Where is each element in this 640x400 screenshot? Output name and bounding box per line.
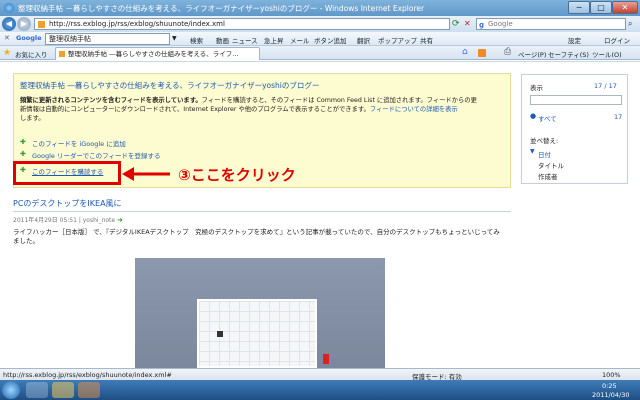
- toolbar-add-button[interactable]: ボタン追加: [314, 35, 347, 45]
- desktop-icon: [217, 331, 223, 337]
- toolbar-settings-button[interactable]: 設定: [568, 35, 581, 45]
- tab-row: ★ お気に入り 整理収納手帖 ―暮らしやすさの仕組みを考える、ライフ... ⌂ …: [0, 46, 640, 60]
- web-search-placeholder: Google: [488, 20, 513, 28]
- minimize-button[interactable]: ─: [568, 1, 590, 14]
- address-input[interactable]: http://rss.exblog.jp/rss/exblog/shuunote…: [34, 18, 450, 30]
- toolbar-search-button[interactable]: 検索: [190, 35, 203, 45]
- google-search-text: 整理収納手帖: [49, 35, 91, 43]
- google-reader-link[interactable]: Google リーダーでこのフィードを登録する: [32, 152, 160, 160]
- highlight-box: [13, 161, 121, 185]
- google-toolbar: ✕ Google 整理収納手帖 ▼ 検索 動画 ニュース 急上昇 メール ボタン…: [0, 32, 640, 46]
- toolbar-login-button[interactable]: ログイン: [604, 35, 630, 45]
- taskbar-date: 2011/04/30: [592, 391, 630, 399]
- toolbar-translate-button[interactable]: 翻訳: [357, 35, 370, 45]
- rss-icon[interactable]: [478, 49, 486, 57]
- back-button[interactable]: ◀: [2, 17, 16, 31]
- ie-taskbar-icon[interactable]: [26, 382, 48, 398]
- sort-label: 並べ替え:: [530, 137, 559, 145]
- click-here-annotation: ③ここをクリック: [178, 166, 296, 184]
- status-url: http://rss.exblog.jp/rss/exblog/shuunote…: [3, 371, 172, 379]
- post-body: ライフハッカー［日本版］ で、『デジタルIKEAデスクトップ 究極のデスクトップ…: [13, 228, 511, 246]
- favorites-star-icon[interactable]: ★: [3, 48, 11, 58]
- go-arrow-icon[interactable]: ➜: [117, 216, 123, 224]
- zoom-level[interactable]: 100%: [602, 371, 621, 379]
- ie-icon: [4, 3, 14, 13]
- post-date: 2011年4月29日 05:51 | yoshi_note ➜: [13, 215, 123, 224]
- feed-desc-bold: 頻繁に更新されるコンテンツを含むフィードを表示しています。: [20, 97, 202, 104]
- toolbar-video-button[interactable]: 動画: [216, 35, 229, 45]
- igoogle-link-row[interactable]: ✚ このフィードを iGoogle に追加: [20, 138, 126, 149]
- post-divider: [13, 211, 511, 212]
- toolbar-popup-button[interactable]: ポップアップ: [378, 35, 417, 45]
- web-search-input[interactable]: g Google: [476, 18, 626, 30]
- google-reader-link-row[interactable]: ✚ Google リーダーでこのフィードを登録する: [20, 150, 160, 161]
- refresh-icon[interactable]: ⟳: [452, 19, 460, 29]
- tab-label: 整理収納手帖 ―暮らしやすさの仕組みを考える、ライフ...: [68, 50, 239, 58]
- sort-arrow-icon: ▼: [530, 148, 535, 155]
- address-url: http://rss.exblog.jp/rss/exblog/shuunote…: [49, 20, 225, 28]
- toolbar-mail-button[interactable]: メール: [290, 35, 310, 45]
- toolbar-share-button[interactable]: 共有: [420, 35, 433, 45]
- favorites-button[interactable]: お気に入り: [15, 49, 48, 59]
- dropdown-arrow-icon[interactable]: ▼: [172, 35, 177, 42]
- post-image: [135, 258, 385, 368]
- title-bar: 整理収納手帖 －暮らしやすさの仕組みを考える、ライフオーガナイザーyoshiのブ…: [0, 0, 640, 16]
- feed-title[interactable]: 整理収納手帖 ―暮らしやすさの仕組みを考える、ライフオーガナイザーyoshiのブ…: [20, 80, 319, 91]
- explorer-taskbar-icon[interactable]: [52, 382, 74, 398]
- taskbar: 0:25 2011/04/30: [0, 380, 640, 400]
- media-taskbar-icon[interactable]: [78, 382, 100, 398]
- red-arrow: [122, 167, 170, 181]
- plus-icon: ✚: [20, 138, 26, 146]
- filter-sidebar: 表示 17 / 17 ● すべて 17 並べ替え: ▼ 日付 タイトル 作成者: [521, 74, 628, 184]
- toolbar-news-button[interactable]: ニュース: [232, 35, 258, 45]
- google-search-input[interactable]: 整理収納手帖: [45, 33, 170, 45]
- tab-page-icon: [59, 51, 65, 57]
- all-count: 17: [614, 113, 623, 121]
- shelf-graphic: [197, 299, 317, 368]
- stop-icon[interactable]: ✕: [464, 19, 471, 28]
- feed-desc-line2: 新情報は自動的にコンピューターにダウンロードされて、Internet Explo…: [20, 106, 370, 113]
- forward-button[interactable]: ▶: [17, 17, 31, 31]
- red-marker: [323, 354, 329, 364]
- tab-feed[interactable]: 整理収納手帖 ―暮らしやすさの仕組みを考える、ライフ...: [55, 47, 260, 60]
- plus-icon: ✚: [20, 150, 26, 158]
- sort-author-link[interactable]: 作成者: [538, 171, 558, 181]
- address-bar-row: ◀ ▶ http://rss.exblog.jp/rss/exblog/shuu…: [0, 16, 640, 32]
- start-button[interactable]: [2, 381, 20, 399]
- post-title[interactable]: PCのデスクトップをIKEA風に: [13, 198, 122, 209]
- google-icon: g: [479, 21, 485, 29]
- taskbar-time: 0:25: [602, 382, 617, 390]
- print-icon[interactable]: ⎙: [504, 47, 511, 57]
- toolbar-trending-button[interactable]: 急上昇: [264, 35, 284, 45]
- feed-description: 頻繁に更新されるコンテンツを含むフィードを表示しています。フィードを購読すると、…: [20, 96, 506, 123]
- page-icon: [38, 21, 45, 28]
- feed-desc-line3: します。: [20, 115, 45, 122]
- sort-date-link[interactable]: 日付: [538, 149, 551, 159]
- home-icon[interactable]: ⌂: [462, 47, 468, 57]
- page-menu[interactable]: ページ(P): [518, 49, 546, 59]
- wrench-icon[interactable]: ✕: [4, 34, 10, 42]
- magnifier-icon[interactable]: ⌕: [628, 19, 632, 29]
- maximize-button[interactable]: □: [590, 1, 612, 14]
- window-title: 整理収納手帖 －暮らしやすさの仕組みを考える、ライフオーガナイザーyoshiのブ…: [18, 4, 425, 13]
- google-toolbar-brand: Google: [16, 34, 42, 42]
- tools-menu[interactable]: ツール(O): [592, 49, 622, 59]
- safety-menu[interactable]: セーフティ(S): [548, 49, 589, 59]
- display-label: 表示: [530, 84, 543, 92]
- status-bar: http://rss.exblog.jp/rss/exblog/shuunote…: [0, 368, 640, 381]
- post-date-text: 2011年4月29日 05:51 | yoshi_note: [13, 217, 116, 224]
- display-count: 17 / 17: [594, 82, 617, 90]
- post-body-line1: ライフハッカー［日本版］ で、『デジタルIKEAデスクトップ 究極のデスクトップ…: [13, 228, 500, 236]
- close-button[interactable]: ✕: [612, 1, 638, 14]
- all-filter-link[interactable]: すべて: [538, 113, 557, 123]
- filter-input[interactable]: [530, 95, 622, 105]
- all-bullet-icon: ●: [530, 112, 537, 120]
- feed-desc-line1: フィードを購読すると、そのフィードは Common Feed List に追加さ…: [201, 97, 477, 104]
- sort-title-link[interactable]: タイトル: [538, 160, 564, 170]
- igoogle-link[interactable]: このフィードを iGoogle に追加: [32, 140, 126, 148]
- feed-details-link[interactable]: フィードについての詳細を表示: [370, 106, 458, 113]
- post-body-line2: ました。: [13, 237, 39, 245]
